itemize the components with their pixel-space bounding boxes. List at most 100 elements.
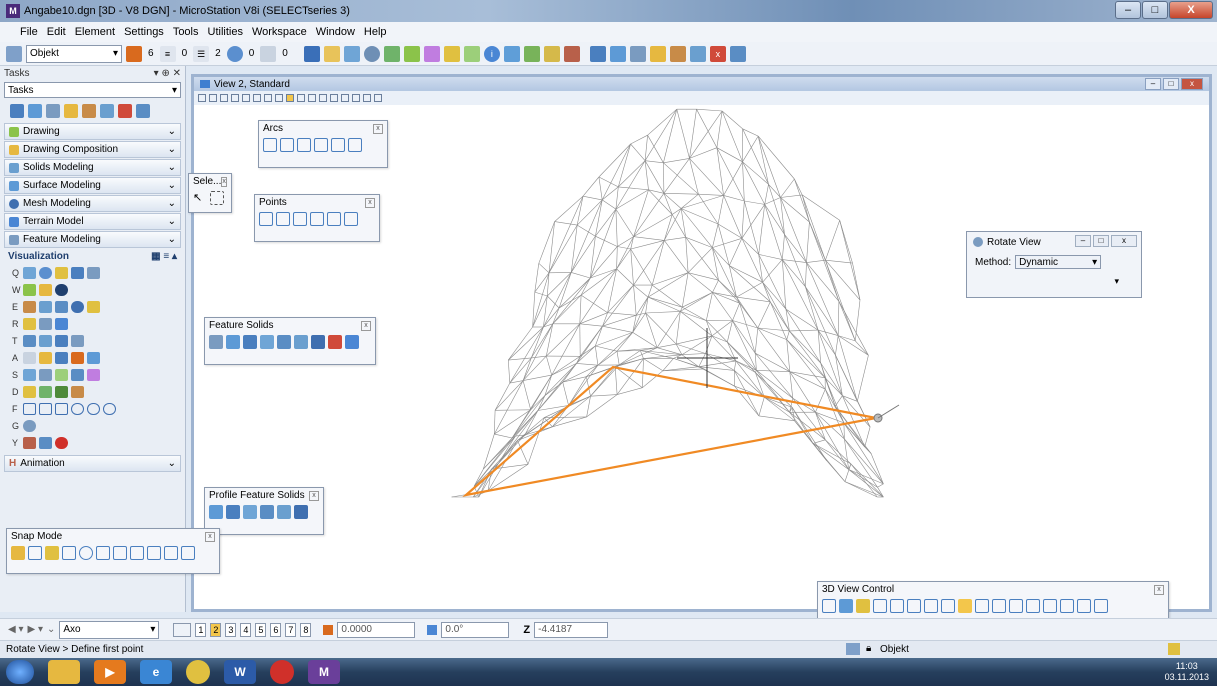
view-3-button[interactable]: 3 <box>225 622 237 637</box>
view-4-button[interactable]: 4 <box>240 622 252 637</box>
export-icon[interactable] <box>55 317 68 330</box>
view-icon[interactable] <box>503 45 520 62</box>
feature-e-icon[interactable] <box>277 335 291 349</box>
view-6-button[interactable]: 6 <box>270 622 282 637</box>
arc-modify-icon[interactable] <box>331 138 345 152</box>
solids-task-icon[interactable] <box>10 104 24 118</box>
forward-icon[interactable]: ▶ ▾ <box>28 624 44 635</box>
export-icon[interactable] <box>729 45 746 62</box>
points-palette[interactable]: Points x <box>254 194 380 242</box>
close-icon[interactable]: x <box>205 531 215 542</box>
camera-icon[interactable] <box>352 94 360 102</box>
film-icon[interactable] <box>23 436 36 449</box>
menu-window[interactable]: Window <box>316 26 355 38</box>
menu-tools[interactable]: Tools <box>173 26 199 38</box>
update-icon[interactable] <box>231 94 239 102</box>
light-icon[interactable] <box>55 266 68 279</box>
priority-icon[interactable] <box>260 45 277 62</box>
feature-g-icon[interactable] <box>311 335 325 349</box>
close-icon[interactable]: x <box>365 197 375 208</box>
profile-b-icon[interactable] <box>226 505 240 519</box>
target-icon[interactable] <box>563 45 580 62</box>
clock[interactable]: 11:03 03.11.2013 <box>1165 661 1209 683</box>
view-maximize-button[interactable]: □ <box>1163 78 1179 90</box>
vc-zoom-in-icon[interactable] <box>890 599 904 613</box>
vc-prev-icon[interactable] <box>1009 599 1023 613</box>
word-icon[interactable]: W <box>224 660 256 684</box>
profile-a-icon[interactable] <box>209 505 223 519</box>
delete-task-icon[interactable] <box>118 104 132 118</box>
category-feature-modeling[interactable]: Feature Modeling ⌄ <box>4 231 181 248</box>
pointer-icon[interactable]: ↖ <box>193 191 207 205</box>
glasses-icon[interactable] <box>23 317 36 330</box>
media-player-icon[interactable]: ▶ <box>94 660 126 684</box>
surface-icon[interactable] <box>609 45 626 62</box>
environment-icon[interactable] <box>55 283 68 296</box>
modify-task-icon[interactable] <box>82 104 96 118</box>
close-icon[interactable]: x <box>1154 584 1164 595</box>
category-animation[interactable]: H Animation ⌄ <box>4 455 181 472</box>
vc-rotate-icon[interactable] <box>958 599 972 613</box>
route-icon[interactable] <box>71 368 84 381</box>
previous-view-icon[interactable] <box>319 94 327 102</box>
chrome-icon[interactable] <box>186 660 210 684</box>
intersection-point-icon[interactable] <box>310 212 324 226</box>
polygon-icon[interactable] <box>39 402 52 415</box>
view-2-button[interactable]: 2 <box>210 622 222 637</box>
fill-icon[interactable] <box>403 45 420 62</box>
coordinate-field-1[interactable]: 0.0000 <box>337 621 416 638</box>
rectangle-icon[interactable] <box>23 402 36 415</box>
profile-c-icon[interactable] <box>243 505 257 519</box>
door-icon[interactable] <box>39 368 52 381</box>
arrow-icon[interactable] <box>39 317 52 330</box>
snap-perpendicular-icon[interactable] <box>164 546 178 560</box>
arc-center-icon[interactable] <box>263 138 277 152</box>
target-icon[interactable] <box>71 402 84 415</box>
arcs-palette[interactable]: Arcs x <box>258 120 388 168</box>
image-icon[interactable] <box>39 300 52 313</box>
arc-spiral-icon[interactable] <box>348 138 362 152</box>
category-terrain-model[interactable]: Terrain Model ⌄ <box>4 213 181 230</box>
record-icon[interactable] <box>55 436 68 449</box>
category-mesh-modeling[interactable]: Mesh Modeling ⌄ <box>4 195 181 212</box>
microstation-taskbar-icon[interactable]: M <box>308 660 340 684</box>
profile-feature-solids-palette[interactable]: Profile Feature Solids x <box>204 487 324 535</box>
grid-icon[interactable] <box>543 45 560 62</box>
lights-icon[interactable] <box>220 94 228 102</box>
person-icon[interactable] <box>71 385 84 398</box>
menu-edit[interactable]: Edit <box>47 26 66 38</box>
remove-icon[interactable] <box>87 368 100 381</box>
shape-icon[interactable] <box>383 45 400 62</box>
modify-icon[interactable] <box>669 45 686 62</box>
render-icon[interactable] <box>23 266 36 279</box>
category-solids-modeling[interactable]: Solids Modeling ⌄ <box>4 159 181 176</box>
vc-update-icon[interactable] <box>873 599 887 613</box>
minimize-button[interactable]: – <box>1115 1 1141 19</box>
vc-walk-icon[interactable] <box>992 599 1006 613</box>
close-icon[interactable]: x <box>373 123 383 134</box>
snap-tangent-icon[interactable] <box>147 546 161 560</box>
paint-icon[interactable] <box>23 283 36 296</box>
line-style-icon[interactable]: ≡ <box>159 45 176 62</box>
close-button[interactable]: X <box>1169 1 1213 19</box>
project-point-icon[interactable] <box>293 212 307 226</box>
sun-icon[interactable] <box>23 385 36 398</box>
zoom-out-icon[interactable] <box>253 94 261 102</box>
zoom-in-icon[interactable] <box>242 94 250 102</box>
view-close-button[interactable]: x <box>1181 78 1203 90</box>
vc-attributes-icon[interactable] <box>822 599 836 613</box>
view-7-button[interactable]: 7 <box>285 622 297 637</box>
arc-half-ellipse-icon[interactable] <box>297 138 311 152</box>
place-point-icon[interactable] <box>259 212 273 226</box>
mesh-icon[interactable] <box>629 45 646 62</box>
line-weight-icon[interactable]: ☰ <box>193 45 210 62</box>
vc-save-icon[interactable] <box>1094 599 1108 613</box>
rotate-view-icon[interactable] <box>286 94 294 102</box>
vc-next-icon[interactable] <box>1026 599 1040 613</box>
color-icon[interactable] <box>126 45 142 62</box>
view-1-button[interactable]: 1 <box>195 622 207 637</box>
clip-icon[interactable] <box>39 436 52 449</box>
view-minimize-button[interactable]: – <box>1145 78 1161 90</box>
vc-lights-icon[interactable] <box>856 599 870 613</box>
snap-intersection-icon[interactable] <box>130 546 144 560</box>
